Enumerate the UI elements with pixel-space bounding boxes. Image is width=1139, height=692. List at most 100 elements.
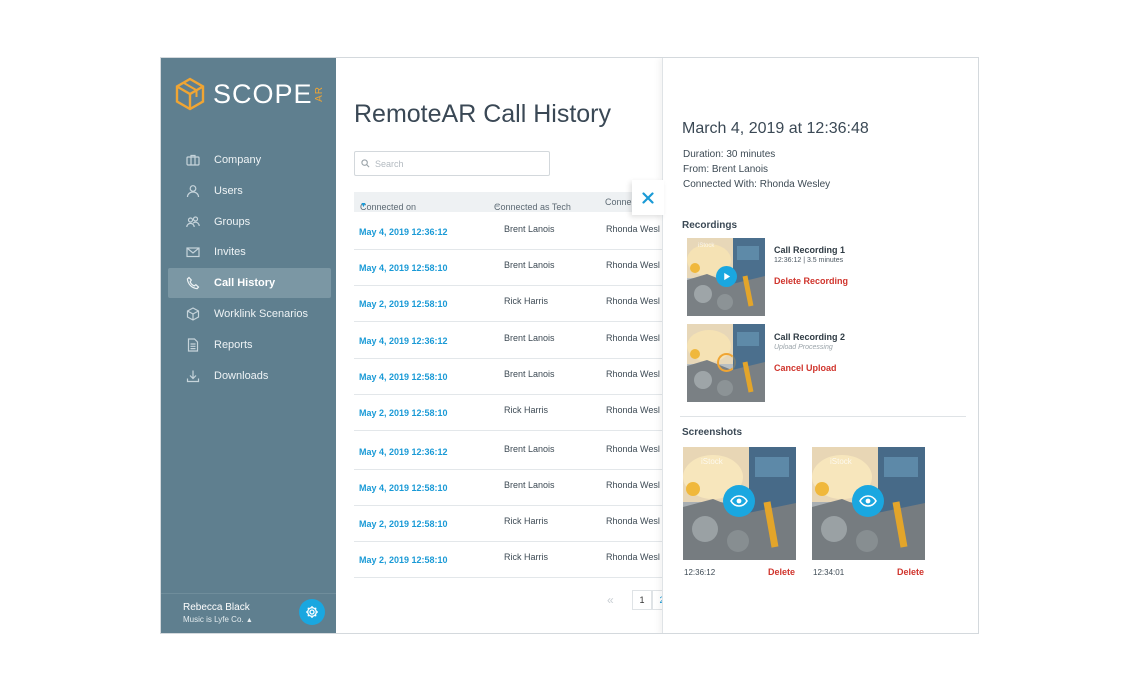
sidebar-nav: Company Users Groups Invites Call Histor… xyxy=(168,145,331,391)
group-icon xyxy=(186,215,200,229)
settings-button[interactable] xyxy=(299,599,325,625)
page-1-button[interactable]: 1 xyxy=(632,590,652,610)
sort-desc-icon: ▼ xyxy=(360,202,367,209)
app-window: SCOPE AR Company Users Groups Invites Ca… xyxy=(160,57,979,634)
tech-name: Brent Lanois xyxy=(504,444,555,454)
view-eye-icon[interactable] xyxy=(723,485,755,517)
phone-icon xyxy=(186,276,200,290)
gear-icon xyxy=(306,606,318,618)
sidebar-item-label: Users xyxy=(214,184,243,197)
tech-name: Brent Lanois xyxy=(504,260,555,270)
sidebar-item-label: Call History xyxy=(214,277,276,290)
sidebar-item-company[interactable]: Company xyxy=(168,145,331,175)
connected-with-name: Rhonda Wesl xyxy=(606,296,660,306)
recording-thumbnail[interactable]: iStock xyxy=(687,238,765,316)
call-date-link[interactable]: May 4, 2019 12:36:12 xyxy=(359,227,448,237)
briefcase-icon xyxy=(186,153,200,167)
table-row[interactable]: May 4, 2019 12:58:10 Brent Lanois Rhonda W… xyxy=(354,250,664,286)
cancel-upload-button[interactable]: Cancel Upload xyxy=(774,363,837,373)
call-duration: Duration: 30 minutes xyxy=(683,149,776,160)
connected-with-name: Rhonda Wesl xyxy=(606,444,660,454)
table-row[interactable]: May 2, 2019 12:58:10 Rick Harris Rhonda We… xyxy=(354,542,664,578)
search-icon xyxy=(361,159,370,168)
view-eye-icon[interactable] xyxy=(852,485,884,517)
connected-with-name: Rhonda Wesl xyxy=(606,480,660,490)
watermark: iStock xyxy=(701,457,723,466)
sidebar-item-invites[interactable]: Invites xyxy=(168,237,331,267)
cube-icon xyxy=(186,307,200,321)
call-date-link[interactable]: May 2, 2019 12:58:10 xyxy=(359,408,448,418)
screenshot-thumbnail[interactable]: iStock xyxy=(683,447,796,560)
recording-1-meta: 12:36:12 | 3.5 minutes xyxy=(774,257,844,264)
tech-name: Rick Harris xyxy=(504,296,548,306)
document-icon xyxy=(186,338,200,352)
search-input[interactable] xyxy=(375,158,535,169)
table-row[interactable]: May 4, 2019 12:36:12 Brent Lanois Rhonda W… xyxy=(354,434,664,470)
table-row[interactable]: May 4, 2019 12:36:12 Brent Lanois Rhonda W… xyxy=(354,323,664,359)
connected-with-name: Rhonda Wesl xyxy=(606,224,660,234)
recording-thumbnail[interactable] xyxy=(687,324,765,402)
delete-screenshot-1-button[interactable]: Delete xyxy=(768,567,795,577)
page-title: RemoteAR Call History xyxy=(354,100,612,128)
call-from: From: Brent Lanois xyxy=(683,164,769,175)
user-org: Music is Lyfe Co. ▲ xyxy=(183,615,253,624)
recording-2-name: Call Recording 2 xyxy=(774,332,846,342)
connected-with-name: Rhonda Wesl xyxy=(606,516,660,526)
sidebar-item-label: Reports xyxy=(214,338,253,351)
loading-spinner-icon xyxy=(717,353,736,372)
sidebar: SCOPE AR Company Users Groups Invites Ca… xyxy=(161,58,336,633)
close-panel-button[interactable] xyxy=(632,180,664,215)
recording-1-name: Call Recording 1 xyxy=(774,245,846,255)
screenshots-heading: Screenshots xyxy=(682,427,743,438)
user-account[interactable]: Rebecca Black Music is Lyfe Co. ▲ xyxy=(161,593,336,633)
screenshot-thumbnail[interactable]: iStock xyxy=(812,447,925,560)
sidebar-item-worklink-scenarios[interactable]: Worklink Scenarios xyxy=(168,299,331,329)
delete-recording-button[interactable]: Delete Recording xyxy=(774,276,848,286)
call-date-link[interactable]: May 2, 2019 12:58:10 xyxy=(359,555,448,565)
main-content: RemoteAR Call History Connected on ▼ Con… xyxy=(336,58,672,633)
call-date-link[interactable]: May 4, 2019 12:58:10 xyxy=(359,372,448,382)
connected-with-name: Rhonda Wesl xyxy=(606,260,660,270)
play-icon[interactable] xyxy=(716,266,737,287)
sidebar-item-call-history[interactable]: Call History xyxy=(168,268,331,299)
tech-name: Brent Lanois xyxy=(504,224,555,234)
sidebar-item-label: Company xyxy=(214,154,262,166)
call-date-link[interactable]: May 4, 2019 12:58:10 xyxy=(359,263,448,273)
sidebar-item-downloads[interactable]: Downloads xyxy=(168,361,331,391)
sidebar-item-users[interactable]: Users xyxy=(168,176,331,206)
call-date-link[interactable]: May 4, 2019 12:58:10 xyxy=(359,483,448,493)
call-date-link[interactable]: May 2, 2019 12:58:10 xyxy=(359,519,448,529)
sidebar-item-reports[interactable]: Reports xyxy=(168,330,331,360)
table-row[interactable]: May 2, 2019 12:58:10 Rick Harris Rhonda We… xyxy=(354,286,664,322)
call-date-link[interactable]: May 2, 2019 12:58:10 xyxy=(359,299,448,309)
user-icon xyxy=(186,184,200,198)
sort-icon: ▲ xyxy=(494,202,501,209)
search-box[interactable] xyxy=(354,151,550,176)
pagination-prev[interactable]: « xyxy=(607,593,614,607)
tech-name: Brent Lanois xyxy=(504,333,555,343)
download-icon xyxy=(186,369,200,383)
call-datetime: March 4, 2019 at 12:36:48 xyxy=(682,120,869,137)
recording-2-status: Upload Processing xyxy=(774,344,833,351)
sidebar-item-label: Downloads xyxy=(214,369,269,382)
watermark: iStock xyxy=(830,457,852,466)
table-row[interactable]: May 4, 2019 12:36:12 Brent Lanois Rhonda W… xyxy=(354,214,664,250)
table-row[interactable]: May 4, 2019 12:58:10 Brent Lanois Rhonda W… xyxy=(354,470,664,506)
tech-name: Rick Harris xyxy=(504,516,548,526)
table-row[interactable]: May 2, 2019 12:58:10 Rick Harris Rhonda We… xyxy=(354,395,664,431)
chevron-up-icon: ▲ xyxy=(245,617,253,624)
sidebar-item-label: Groups xyxy=(214,215,251,228)
connected-with-name: Rhonda Wesl xyxy=(606,333,660,343)
delete-screenshot-2-button[interactable]: Delete xyxy=(897,567,924,577)
connected-with-name: Rhonda Wesl xyxy=(606,369,660,379)
call-connected-with: Connected With: Rhonda Wesley xyxy=(683,179,831,190)
table-row[interactable]: May 2, 2019 12:58:10 Rick Harris Rhonda We… xyxy=(354,506,664,542)
table-row[interactable]: May 4, 2019 12:58:10 Brent Lanois Rhonda W… xyxy=(354,359,664,395)
call-date-link[interactable]: May 4, 2019 12:36:12 xyxy=(359,447,448,457)
column-connected-with[interactable]: Conne xyxy=(605,197,632,207)
call-date-link[interactable]: May 4, 2019 12:36:12 xyxy=(359,336,448,346)
scope-cube-icon xyxy=(175,77,205,111)
user-name: Rebecca Black xyxy=(183,602,250,613)
sidebar-item-groups[interactable]: Groups xyxy=(168,207,331,237)
close-icon xyxy=(642,191,654,204)
